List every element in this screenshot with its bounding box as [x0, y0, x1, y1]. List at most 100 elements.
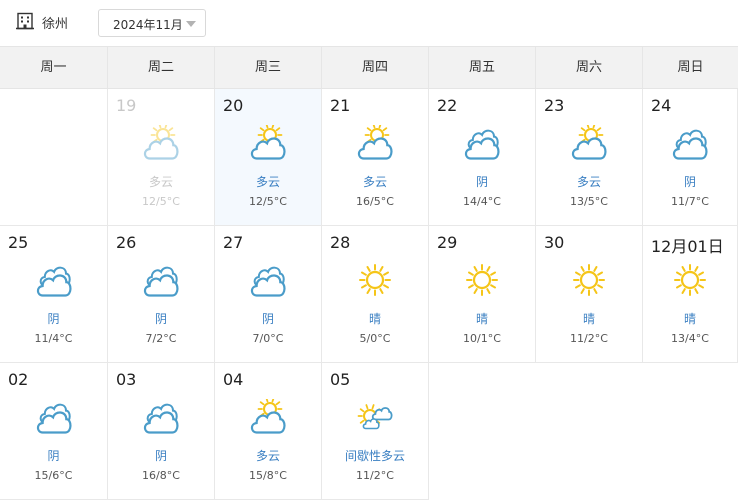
day-date: 02 — [8, 370, 29, 389]
weather-condition: 阴 — [47, 312, 60, 326]
day-date: 05 — [330, 370, 351, 389]
overcast-icon — [672, 129, 708, 160]
day-cell[interactable]: 12月01日晴 13/4°C — [643, 226, 738, 363]
temperature-range: 12/5°C — [142, 195, 180, 208]
day-date: 29 — [437, 233, 458, 252]
temperature-range: 12/5°C — [249, 195, 287, 208]
overcast-icon — [36, 266, 72, 297]
weekday-label: 周三 — [215, 47, 322, 88]
overcast-icon — [464, 129, 500, 160]
day-cell[interactable]: 03 阴 16/8°C — [108, 363, 215, 500]
temperature-range: 11/2°C — [356, 469, 394, 482]
temperature-range: 16/5°C — [356, 195, 394, 208]
weather-condition: 晴 — [582, 312, 595, 326]
calendar-grid: 19 多云 12/5°C 20 多云 12/5°C 21 多云 16/5°C 22 阴 14/4°C 2… — [0, 89, 738, 500]
day-cell[interactable]: 22 阴 14/4°C — [429, 89, 536, 226]
weather-condition: 阴 — [47, 449, 60, 463]
temperature-range: 10/1°C — [463, 332, 501, 345]
day-cell[interactable]: 05 间歇性多云 11/2°C — [322, 363, 429, 500]
partly-cloudy-icon — [357, 125, 393, 160]
day-date: 24 — [651, 96, 672, 115]
weekday-label: 周日 — [677, 60, 704, 75]
overcast-icon — [36, 403, 72, 434]
day-cell[interactable]: 19 多云 12/5°C — [108, 89, 215, 226]
day-cell[interactable]: 30 晴 11/2°C — [536, 226, 643, 363]
day-date: 26 — [116, 233, 137, 252]
temperature-range: 11/2°C — [570, 332, 608, 345]
day-date: 04 — [223, 370, 244, 389]
temperature-range: 5/0°C — [359, 332, 391, 345]
overcast-icon — [250, 266, 286, 297]
empty-day-cell — [0, 89, 108, 226]
day-date: 19 — [116, 96, 137, 115]
day-date: 30 — [544, 233, 565, 252]
day-cell[interactable]: 20 多云 12/5°C — [215, 89, 322, 226]
day-cell[interactable]: 28 晴 5/0°C — [322, 226, 429, 363]
weather-condition: 晴 — [683, 312, 696, 326]
day-date: 22 — [437, 96, 458, 115]
day-cell[interactable]: 23 多云 13/5°C — [536, 89, 643, 226]
temperature-range: 15/6°C — [34, 469, 73, 482]
day-cell[interactable]: 02 阴 15/6°C — [0, 363, 108, 500]
day-date: 20 — [223, 96, 244, 115]
day-date: 21 — [330, 96, 351, 115]
partly-cloudy-icon — [250, 399, 286, 434]
temperature-range: 15/8°C — [249, 469, 287, 482]
month-select[interactable]: 2024年11月 — [98, 9, 206, 37]
weather-condition: 多云 — [255, 175, 280, 189]
weather-condition: 多云 — [362, 175, 387, 189]
weekday-label: 周六 — [536, 47, 643, 88]
month-select-value: 2024年11月 — [113, 18, 183, 32]
city-name[interactable]: 徐州 — [42, 13, 68, 32]
partly-cloudy-icon — [250, 125, 286, 160]
weather-condition: 晴 — [475, 312, 488, 326]
temperature-range: 11/4°C — [34, 332, 73, 345]
weather-condition: 晴 — [368, 312, 381, 326]
weather-condition: 多云 — [148, 175, 173, 189]
day-date: 27 — [223, 233, 244, 252]
temperature-range: 14/4°C — [463, 195, 501, 208]
day-date: 23 — [544, 96, 565, 115]
sunny-icon — [359, 264, 391, 296]
weather-condition: 阴 — [154, 449, 167, 463]
weather-condition: 阴 — [261, 312, 274, 326]
sunny-icon — [573, 264, 605, 296]
top-bar: 徐州 2024年11月 — [0, 0, 738, 45]
day-date: 25 — [8, 233, 29, 252]
day-cell[interactable]: 29 晴 10/1°C — [429, 226, 536, 363]
overcast-icon — [143, 403, 179, 434]
sunny-icon — [674, 264, 706, 296]
weekday-header: 周一 周二 周三 周四 周五 周六 周日 — [0, 46, 738, 89]
weather-condition: 多云 — [576, 175, 601, 189]
day-cell[interactable]: 27 阴 7/0°C — [215, 226, 322, 363]
day-cell[interactable]: 26 阴 7/2°C — [108, 226, 215, 363]
weather-condition: 多云 — [255, 449, 280, 463]
building-icon — [16, 12, 34, 30]
weekday-label: 周二 — [108, 47, 215, 88]
weather-condition: 阴 — [154, 312, 167, 326]
day-cell[interactable]: 24 阴 11/7°C — [643, 89, 738, 226]
temperature-range: 11/7°C — [671, 195, 709, 208]
weather-condition: 阴 — [475, 175, 488, 189]
temperature-range: 7/0°C — [252, 332, 284, 345]
day-date: 12月01日 — [651, 237, 724, 256]
overcast-icon — [143, 266, 179, 297]
partly-cloudy-icon — [143, 125, 179, 160]
temperature-range: 16/8°C — [142, 469, 180, 482]
day-cell[interactable]: 25 阴 11/4°C — [0, 226, 108, 363]
day-cell[interactable]: 21 多云 16/5°C — [322, 89, 429, 226]
temperature-range: 13/4°C — [671, 332, 709, 345]
weather-condition: 间歇性多云 — [344, 449, 405, 463]
partly-cloudy-icon — [571, 125, 607, 160]
sunny-icon — [466, 264, 498, 296]
day-date: 03 — [116, 370, 137, 389]
weekday-label: 周五 — [429, 47, 536, 88]
temperature-range: 7/2°C — [145, 332, 177, 345]
temperature-range: 13/5°C — [570, 195, 608, 208]
weather-condition: 阴 — [683, 175, 696, 189]
weekday-label: 周一 — [0, 47, 108, 88]
day-cell[interactable]: 04 多云 15/8°C — [215, 363, 322, 500]
intermittent-cloudy-icon — [357, 404, 393, 430]
day-date: 28 — [330, 233, 351, 252]
caret-down-icon — [186, 21, 196, 27]
